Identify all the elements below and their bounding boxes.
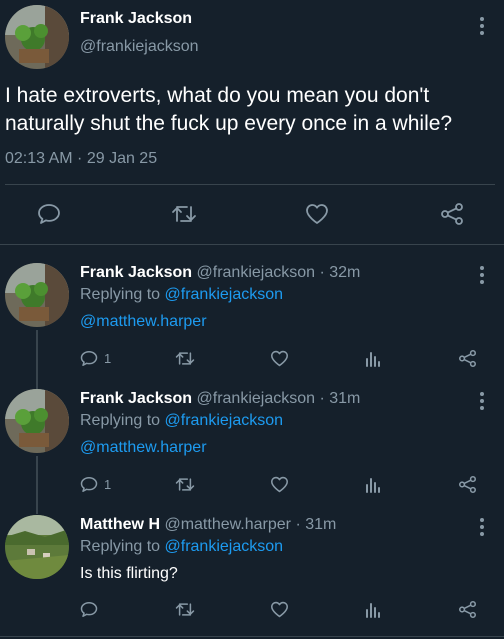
like-icon[interactable] [270, 350, 289, 367]
share-icon[interactable] [458, 350, 477, 367]
reply-header: Frank Jackson @frankiejackson · 32m [80, 264, 360, 282]
replying-prefix: Replying to [80, 412, 161, 429]
author-handle[interactable]: @frankiejackson [80, 38, 199, 56]
replying-to: Replying to @frankiejackson [80, 538, 283, 556]
reply-age: · 31m [295, 516, 337, 533]
avatar[interactable] [5, 389, 69, 453]
reply-count: 1 [104, 351, 112, 366]
retweet-icon[interactable] [171, 203, 197, 225]
reply-header: Frank Jackson @frankiejackson · 31m [80, 390, 360, 408]
divider [5, 184, 495, 185]
retweet-icon[interactable] [175, 601, 195, 618]
more-icon[interactable] [479, 392, 485, 413]
views-icon[interactable] [365, 350, 381, 367]
like-icon[interactable] [270, 601, 289, 618]
avatar[interactable] [5, 5, 69, 69]
thread-line [36, 330, 38, 390]
thread-line [36, 456, 38, 514]
author-name[interactable]: Frank Jackson [80, 264, 192, 281]
more-icon[interactable] [479, 518, 485, 539]
replying-prefix: Replying to [80, 286, 161, 303]
share-icon[interactable] [458, 601, 477, 618]
more-icon[interactable] [479, 266, 485, 287]
replying-to-link[interactable]: @frankiejackson [165, 286, 284, 303]
tweet-text: I hate extroverts, what do you mean you … [5, 84, 453, 135]
tweet-timestamp[interactable]: 02:13 AM · 29 Jan 25 [5, 150, 157, 168]
replying-to: Replying to @frankiejackson [80, 286, 283, 304]
reply-age: · 31m [319, 390, 361, 407]
avatar[interactable] [5, 263, 69, 327]
reply-icon[interactable] [37, 203, 61, 225]
avatar[interactable] [5, 515, 69, 579]
reply-icon[interactable] [80, 476, 98, 493]
like-icon[interactable] [270, 476, 289, 493]
retweet-icon[interactable] [175, 476, 195, 493]
reply-icon[interactable] [80, 350, 98, 367]
like-icon[interactable] [305, 203, 329, 225]
reply-body[interactable]: @matthew.harper [80, 313, 207, 331]
views-icon[interactable] [365, 476, 381, 493]
replying-to-link[interactable]: @frankiejackson [165, 538, 284, 555]
author-handle[interactable]: @frankiejackson [197, 390, 316, 407]
reply-icon[interactable] [80, 601, 98, 618]
replying-to-link[interactable]: @frankiejackson [165, 412, 284, 429]
replying-prefix: Replying to [80, 538, 161, 555]
reply-body[interactable]: @matthew.harper [80, 439, 207, 457]
views-icon[interactable] [365, 601, 381, 618]
divider [0, 244, 504, 245]
author-name[interactable]: Frank Jackson [80, 390, 192, 407]
author-handle[interactable]: @frankiejackson [197, 264, 316, 281]
reply-count: 1 [104, 477, 112, 492]
author-handle[interactable]: @matthew.harper [164, 516, 291, 533]
divider [0, 636, 504, 637]
replying-to: Replying to @frankiejackson [80, 412, 283, 430]
reply-body: Is this flirting? [80, 565, 178, 582]
retweet-icon[interactable] [175, 350, 195, 367]
author-name[interactable]: Frank Jackson [80, 10, 192, 28]
share-icon[interactable] [458, 476, 477, 493]
more-icon[interactable] [479, 17, 485, 38]
share-icon[interactable] [440, 203, 464, 225]
reply-age: · 32m [319, 264, 361, 281]
reply-header: Matthew H @matthew.harper · 31m [80, 516, 336, 534]
author-name[interactable]: Matthew H [80, 516, 160, 533]
